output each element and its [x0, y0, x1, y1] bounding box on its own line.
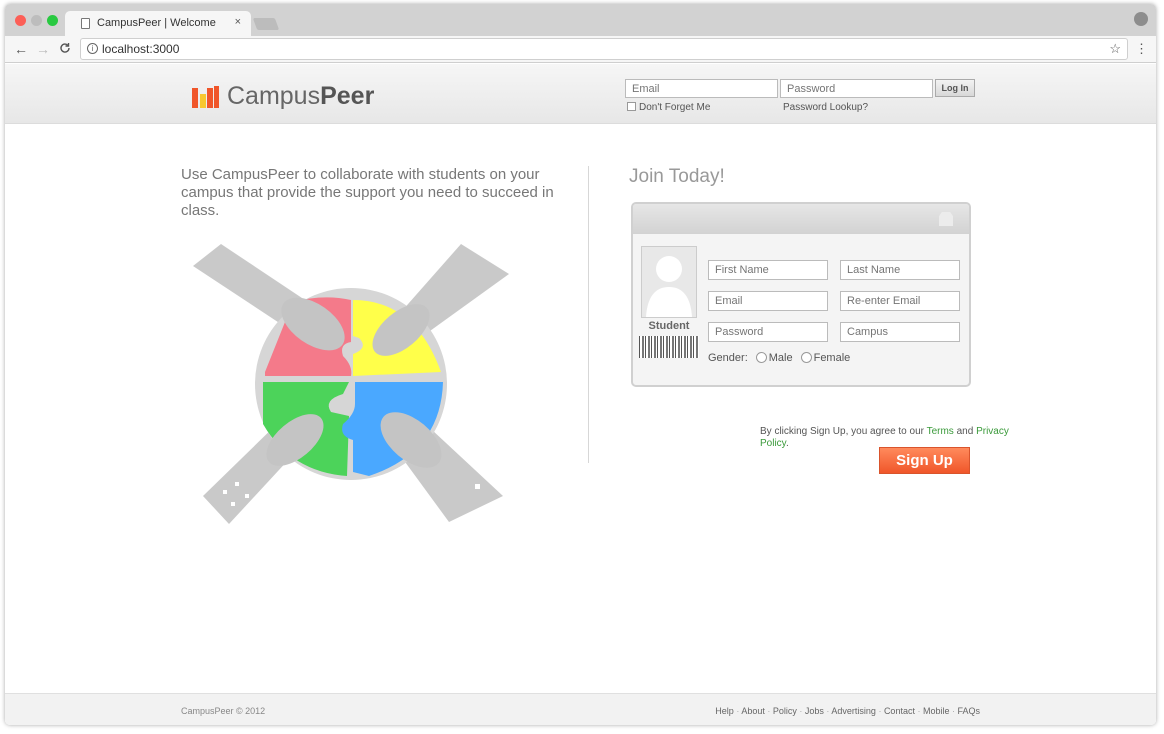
campuspeer-logo-icon — [192, 86, 219, 108]
forward-icon[interactable]: → — [36, 41, 50, 57]
back-icon[interactable]: ← — [14, 41, 28, 57]
reenter-email-field[interactable] — [840, 291, 960, 311]
copyright-text: CampusPeer © 2012 — [181, 706, 266, 716]
puzzle-hands-illustration — [193, 244, 509, 524]
remember-label: Don't Forget Me — [639, 102, 711, 113]
student-id-card-form: Student Gender: Male Female — [631, 202, 971, 387]
browser-window: CampusPeer | Welcome × ← → i localhost:3… — [5, 4, 1156, 725]
footer-link-advertising[interactable]: Advertising — [831, 706, 876, 716]
new-tab-button[interactable] — [252, 18, 280, 30]
password-field[interactable] — [708, 322, 828, 342]
female-label[interactable]: Female — [814, 352, 851, 364]
page-content: CampusPeer Log In Don't Forget Me Passwo… — [5, 64, 1156, 725]
card-slot-icon — [939, 212, 953, 226]
footer-link-policy[interactable]: Policy — [773, 706, 797, 716]
gender-selector: Gender: Male Female — [708, 352, 850, 364]
login-email-input[interactable] — [625, 79, 778, 98]
close-window-button[interactable] — [15, 15, 26, 26]
footer-links: Help · About · Policy · Jobs · Advertisi… — [715, 706, 980, 716]
site-logo[interactable]: CampusPeer — [227, 82, 374, 111]
browser-tab[interactable]: CampusPeer | Welcome × — [65, 11, 251, 37]
sign-up-button[interactable]: Sign Up — [879, 447, 970, 474]
campus-field[interactable] — [840, 322, 960, 342]
student-label: Student — [648, 320, 690, 332]
reload-icon[interactable] — [59, 42, 71, 57]
browser-menu-icon[interactable]: ⋮ — [1135, 41, 1148, 57]
footer-link-jobs[interactable]: Jobs — [805, 706, 824, 716]
email-field[interactable] — [708, 291, 828, 311]
footer-link-about[interactable]: About — [741, 706, 765, 716]
tab-close-icon[interactable]: × — [235, 16, 241, 28]
profile-icon[interactable] — [1134, 12, 1148, 26]
address-bar[interactable]: i localhost:3000 ☆ — [80, 38, 1128, 60]
footer-link-mobile[interactable]: Mobile — [923, 706, 950, 716]
password-lookup-link[interactable]: Password Lookup? — [783, 102, 868, 113]
remember-me[interactable]: Don't Forget Me — [627, 102, 710, 113]
terms-link[interactable]: Terms — [927, 426, 954, 437]
footer-link-contact[interactable]: Contact — [884, 706, 915, 716]
login-button[interactable]: Log In — [935, 79, 975, 97]
maximize-window-button[interactable] — [47, 15, 58, 26]
terms-prefix: By clicking Sign Up, you agree to our — [760, 426, 927, 437]
logo-prefix: Campus — [227, 82, 321, 110]
avatar — [641, 246, 697, 318]
gender-label: Gender: — [708, 352, 748, 364]
logo-suffix: Peer — [320, 82, 375, 110]
site-footer: CampusPeer © 2012 Help · About · Policy … — [5, 693, 1156, 725]
footer-link-faqs[interactable]: FAQs — [957, 706, 980, 716]
footer-link-help[interactable]: Help — [715, 706, 734, 716]
male-radio[interactable] — [755, 352, 767, 363]
card-header — [633, 204, 969, 234]
male-label[interactable]: Male — [769, 352, 793, 364]
female-radio[interactable] — [800, 352, 812, 363]
site-header: CampusPeer Log In Don't Forget Me Passwo… — [5, 64, 1156, 124]
bookmark-star-icon[interactable]: ☆ — [1109, 41, 1121, 57]
terms-and: and — [953, 426, 977, 437]
hero-tagline: Use CampusPeer to collaborate with stude… — [181, 166, 554, 219]
info-icon[interactable]: i — [87, 43, 98, 54]
join-heading: Join Today! — [629, 166, 725, 187]
tab-title: CampusPeer | Welcome — [97, 17, 216, 29]
terms-end: . — [785, 438, 789, 449]
browser-toolbar: ← → i localhost:3000 ☆ ⋮ — [5, 36, 1156, 63]
barcode-icon — [639, 336, 699, 358]
url-text[interactable]: localhost:3000 — [102, 42, 179, 56]
last-name-field[interactable] — [840, 260, 960, 280]
section-divider — [588, 166, 589, 463]
first-name-field[interactable] — [708, 260, 828, 280]
minimize-window-button[interactable] — [31, 15, 42, 26]
remember-checkbox[interactable] — [627, 102, 636, 111]
login-password-input[interactable] — [780, 79, 933, 98]
title-bar: CampusPeer | Welcome × — [5, 4, 1156, 37]
page-icon — [81, 18, 90, 29]
